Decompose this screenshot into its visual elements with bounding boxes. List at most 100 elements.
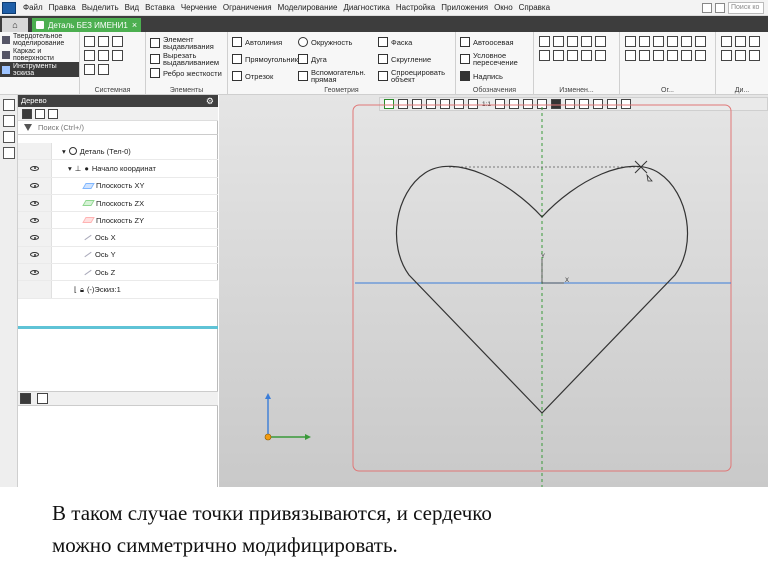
menu-file[interactable]: Файл [20, 3, 46, 12]
tool-circle[interactable]: Окружность [298, 37, 352, 47]
tree-row-sketch[interactable]: ⌊ 🔒︎ (-)Эскиз:1 [18, 281, 218, 299]
tree-divider[interactable] [18, 326, 218, 329]
mode-solid-modeling[interactable]: Твердотельное моделирование [0, 32, 79, 47]
menu-help[interactable]: Справка [516, 3, 553, 12]
tool-autoline[interactable]: Автолиния [232, 37, 282, 47]
radial-dimension-icon[interactable] [735, 36, 746, 47]
deform-icon[interactable] [595, 50, 606, 61]
tool-extrude[interactable]: Элемент выдавливания [150, 36, 225, 50]
tool-segment[interactable]: Отрезок [232, 71, 273, 81]
properties-icon[interactable] [112, 50, 123, 61]
chain-dimension-icon[interactable] [749, 50, 760, 61]
fix-icon[interactable] [653, 50, 664, 61]
menu-edit[interactable]: Правка [46, 3, 79, 12]
tree-filter-icon[interactable] [48, 108, 58, 119]
tree-panel-icon[interactable] [3, 99, 15, 111]
tool-aux-line[interactable]: Вспомогательн. прямая [298, 69, 371, 83]
collinear-icon[interactable] [667, 50, 678, 61]
move-icon[interactable] [539, 36, 550, 47]
tree-row-plane-xy[interactable]: Плоскость XY [18, 177, 218, 195]
menu-insert[interactable]: Вставка [142, 3, 178, 12]
tool-project[interactable]: Спроецировать объект [378, 69, 451, 83]
tree-structure-icon[interactable] [22, 108, 32, 119]
tool-fillet[interactable]: Скругление [378, 54, 431, 64]
graphics-viewport[interactable]: 1:1 Y X [219, 95, 768, 487]
eye-icon[interactable] [30, 269, 39, 275]
lower-tree-icon[interactable] [20, 393, 31, 404]
tool-cut-extrude[interactable]: Вырезать выдавливанием [150, 52, 225, 66]
undo-icon[interactable] [84, 64, 95, 75]
save-icon[interactable] [112, 36, 123, 47]
tree-row-axis-z[interactable]: Ось Z [18, 264, 218, 282]
eye-icon[interactable] [30, 235, 39, 241]
angular-dimension-icon[interactable] [749, 36, 760, 47]
tree-list-icon[interactable] [35, 108, 45, 119]
properties-panel-icon[interactable] [3, 115, 15, 127]
lower-list-icon[interactable] [37, 393, 48, 404]
file-icon[interactable] [702, 2, 712, 13]
coincident-icon[interactable] [695, 36, 706, 47]
copy-icon[interactable] [84, 50, 95, 61]
variables-icon[interactable] [3, 131, 15, 143]
mode-wireframe-surfaces[interactable]: Каркас и поверхности [0, 47, 79, 62]
vertical-icon[interactable] [639, 36, 650, 47]
mirror-icon[interactable] [581, 36, 592, 47]
open-folder-icon[interactable] [98, 36, 109, 47]
scale-icon[interactable] [567, 36, 578, 47]
menu-diagnostics[interactable]: Диагностика [340, 3, 392, 12]
tool-conditional-intersection[interactable]: Условное пересечение [460, 52, 529, 66]
menu-drafting[interactable]: Черчение [178, 3, 220, 12]
panel-icon[interactable] [715, 2, 725, 13]
parallel-icon[interactable] [653, 36, 664, 47]
tree-row-plane-zy[interactable]: Плоскость ZY [18, 212, 218, 230]
tool-arc[interactable]: Дуга [298, 54, 327, 64]
tree-row-axis-x[interactable]: Ось X [18, 229, 218, 247]
tree-row-plane-zx[interactable]: Плоскость ZX [18, 194, 218, 213]
tree-row-origin[interactable]: ▾ ⊥ ● Начало координат [18, 160, 218, 178]
tree-row-part[interactable]: ▾ Деталь (Тел-0) [18, 143, 218, 161]
diameter-dimension-icon[interactable] [721, 50, 732, 61]
close-icon[interactable]: × [132, 20, 137, 30]
symmetric-icon[interactable] [639, 50, 650, 61]
eye-icon[interactable] [30, 252, 39, 258]
eye-icon[interactable] [30, 165, 39, 171]
menu-apps[interactable]: Приложения [438, 3, 491, 12]
home-tab[interactable]: ⌂ [2, 18, 28, 32]
rotate-icon[interactable] [553, 36, 564, 47]
eye-icon[interactable] [30, 183, 39, 189]
perpendicular-icon[interactable] [667, 36, 678, 47]
concentric-icon[interactable] [695, 50, 706, 61]
linear-dimension-icon[interactable] [721, 36, 732, 47]
tool-rectangle[interactable]: Прямоугольник [232, 54, 298, 64]
new-file-icon[interactable] [84, 36, 95, 47]
expand-icon[interactable]: ▾ [68, 164, 72, 173]
midpoint-icon[interactable] [681, 50, 692, 61]
document-tab[interactable]: Деталь БЕЗ ИМЕНИ1 × [32, 18, 142, 32]
split-icon[interactable] [567, 50, 578, 61]
tool-text[interactable]: Надпись [460, 71, 503, 81]
tool-auto-axis[interactable]: Автоосевая [460, 37, 514, 47]
eye-icon[interactable] [30, 200, 39, 206]
tool-rib[interactable]: Ребро жесткости [150, 68, 225, 78]
eye-icon[interactable] [30, 217, 39, 223]
menu-window[interactable]: Окно [491, 3, 516, 12]
layers-icon[interactable] [3, 147, 15, 159]
paste-icon[interactable] [98, 50, 109, 61]
tree-search-input[interactable] [38, 123, 188, 132]
auto-dimension-icon[interactable] [735, 50, 746, 61]
menu-select[interactable]: Выделить [79, 3, 122, 12]
heart-shape-icon[interactable] [595, 36, 606, 47]
menu-settings[interactable]: Настройка [393, 3, 438, 12]
filter-icon[interactable] [24, 124, 32, 131]
offset-icon[interactable] [581, 50, 592, 61]
tree-row-axis-y[interactable]: Ось Y [18, 246, 218, 265]
tool-chamfer[interactable]: Фаска [378, 37, 412, 47]
global-search-input[interactable]: Поиск ко [728, 1, 764, 14]
horizontal-icon[interactable] [625, 36, 636, 47]
extend-icon[interactable] [553, 50, 564, 61]
equal-icon[interactable] [625, 50, 636, 61]
expand-icon[interactable]: ▾ [62, 147, 66, 156]
mode-sketch-tools[interactable]: Инструменты эскиза [0, 62, 79, 77]
trim-icon[interactable] [539, 50, 550, 61]
gear-icon[interactable]: ⚙ [206, 95, 214, 107]
